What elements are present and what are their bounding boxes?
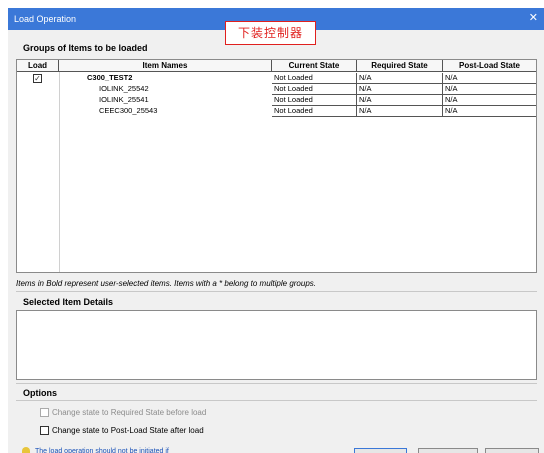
items-grid[interactable]: Load Item Names Current State Required S… xyxy=(16,59,537,273)
post-load-state: N/A xyxy=(443,73,536,84)
post-load-state: N/A xyxy=(443,106,536,117)
required-state: N/A xyxy=(357,73,443,84)
item-name: IOLINK_25542 xyxy=(99,84,149,93)
column-header-load[interactable]: Load xyxy=(17,60,59,72)
current-state: Not Loaded xyxy=(272,95,357,106)
groups-title: Groups of Items to be loaded xyxy=(23,43,148,53)
checkbox[interactable] xyxy=(40,426,49,436)
annotation-box: 下装控制器 xyxy=(225,21,316,45)
close-icon[interactable]: ✕ xyxy=(529,12,538,24)
current-state: Not Loaded xyxy=(272,106,357,117)
required-state: N/A xyxy=(357,106,443,117)
option-post-load-state-after-load[interactable]: Change state to Post-Load State after lo… xyxy=(40,426,204,436)
dialog-button-secondary[interactable] xyxy=(418,448,478,453)
options-title: Options xyxy=(23,388,57,398)
option-label: Change state to Post-Load State after lo… xyxy=(52,426,204,435)
dialog-button-tertiary[interactable] xyxy=(485,448,539,453)
bold-items-note: Items in Bold represent user-selected it… xyxy=(16,279,316,288)
column-header-current-state[interactable]: Current State xyxy=(272,60,357,72)
table-row[interactable]: ✓ C300_TEST2 Not Loaded N/A N/A xyxy=(17,73,536,84)
checkbox xyxy=(40,408,49,418)
post-load-state: N/A xyxy=(443,84,536,95)
column-header-item-names[interactable]: Item Names xyxy=(59,60,272,72)
item-name: IOLINK_25541 xyxy=(99,95,149,104)
post-load-state: N/A xyxy=(443,95,536,106)
footer-info-link[interactable]: The load operation should not be initiat… xyxy=(35,447,215,453)
window-title: Load Operation xyxy=(14,14,77,24)
dialog-button-primary[interactable] xyxy=(354,448,407,453)
grid-header: Load Item Names Current State Required S… xyxy=(17,60,536,72)
table-row[interactable]: IOLINK_25541 Not Loaded N/A N/A xyxy=(17,95,536,106)
option-label: Change state to Required State before lo… xyxy=(52,408,207,417)
required-state: N/A xyxy=(357,95,443,106)
item-name: C300_TEST2 xyxy=(87,73,133,82)
required-state: N/A xyxy=(357,84,443,95)
load-checkbox[interactable]: ✓ xyxy=(33,74,42,83)
current-state: Not Loaded xyxy=(272,84,357,95)
divider xyxy=(16,383,537,384)
selected-item-details-box[interactable] xyxy=(16,310,537,380)
divider xyxy=(16,291,537,292)
table-row[interactable]: IOLINK_25542 Not Loaded N/A N/A xyxy=(17,84,536,95)
lightbulb-icon xyxy=(22,447,30,453)
details-title: Selected Item Details xyxy=(23,297,114,307)
column-header-post-load-state[interactable]: Post-Load State xyxy=(443,60,536,72)
table-row[interactable]: CEEC300_25543 Not Loaded N/A N/A xyxy=(17,106,536,117)
item-name: CEEC300_25543 xyxy=(99,106,158,115)
current-state: Not Loaded xyxy=(272,73,357,84)
column-header-required-state[interactable]: Required State xyxy=(357,60,443,72)
divider xyxy=(16,400,537,401)
option-required-state-before-load: Change state to Required State before lo… xyxy=(40,408,207,418)
